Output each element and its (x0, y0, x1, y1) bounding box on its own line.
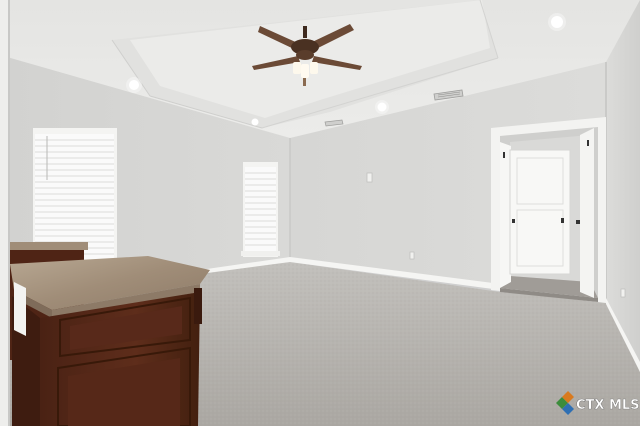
room-illustration: CTX MLS (0, 0, 640, 426)
open-door (500, 142, 511, 288)
wall-outlet (409, 251, 415, 260)
window-left (33, 128, 117, 262)
room-photo: CTX MLS (0, 0, 640, 426)
doorway (491, 117, 606, 303)
door-frame-left (0, 0, 9, 426)
wall-outlet-right (620, 288, 626, 298)
light-switch (366, 172, 373, 183)
interior-door (509, 149, 571, 275)
watermark-text: CTX MLS (576, 398, 640, 413)
window-center (241, 162, 280, 257)
svg-text:CTX MLS: CTX MLS (576, 398, 640, 413)
kitchen-island (10, 256, 210, 426)
